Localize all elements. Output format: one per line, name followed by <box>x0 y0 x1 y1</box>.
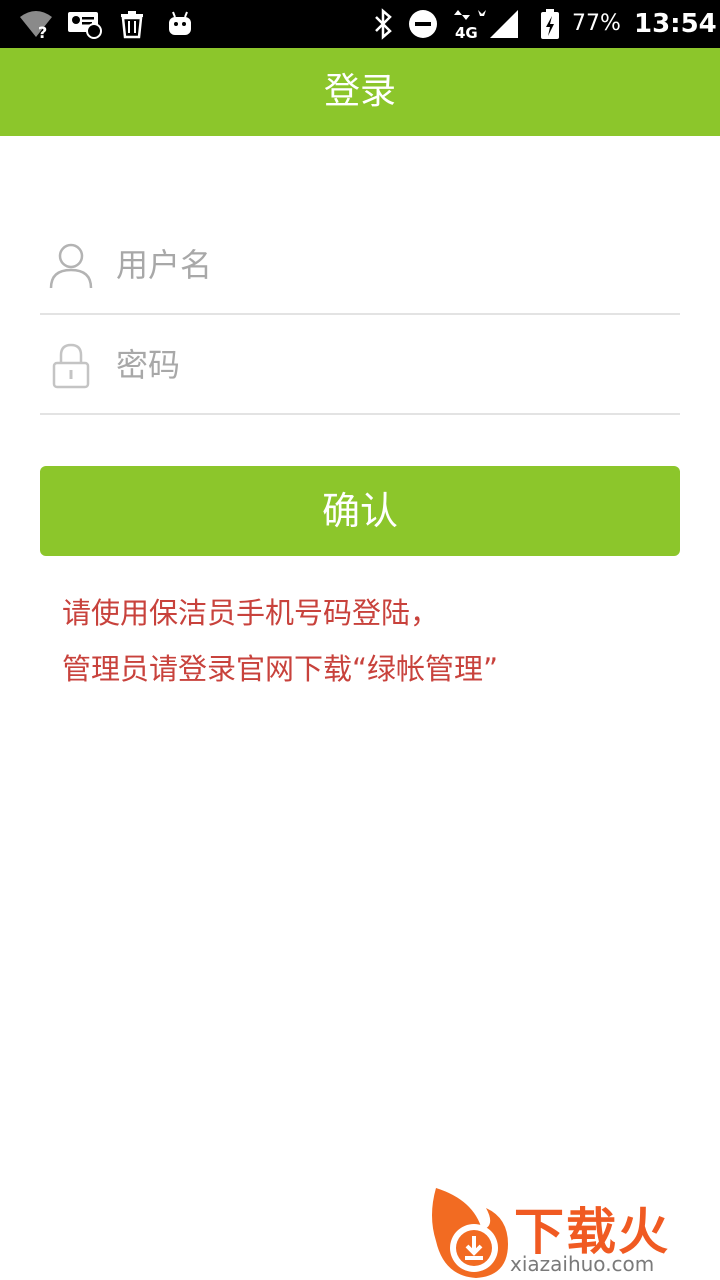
svg-text:?: ? <box>38 23 47 39</box>
trash-icon <box>118 8 146 40</box>
android-icon <box>166 8 194 40</box>
password-input[interactable] <box>116 335 656 395</box>
app-bar: 登录 <box>0 48 720 136</box>
clock: 13:54 <box>634 9 717 39</box>
contact-card-icon <box>66 8 104 40</box>
do-not-disturb-icon <box>406 8 440 40</box>
password-field <box>40 315 680 415</box>
network-type-label: 4G <box>455 24 478 40</box>
status-bar: ? 4G 77% 13:54 <box>0 0 720 48</box>
battery-charging-icon <box>536 8 564 40</box>
user-icon <box>48 241 94 291</box>
username-input[interactable] <box>116 235 656 295</box>
watermark-logo: 下载火 xiazaihuo.com <box>422 1186 720 1280</box>
notice-line-1: 请使用保洁员手机号码登陆， <box>62 596 440 630</box>
battery-percent: 77% <box>572 11 621 36</box>
watermark-subtitle: xiazaihuo.com <box>510 1252 655 1276</box>
page-title: 登录 <box>323 71 396 112</box>
network-4g-icon: 4G <box>452 8 490 40</box>
wifi-question-icon: ? <box>18 8 54 40</box>
username-field <box>40 215 680 315</box>
bluetooth-icon <box>370 8 396 40</box>
confirm-button[interactable]: 确认 <box>40 466 680 556</box>
signal-icon <box>488 8 520 40</box>
lock-icon <box>48 341 94 391</box>
flame-logo-icon <box>426 1186 510 1280</box>
notice-line-2: 管理员请登录官网下载“绿帐管理” <box>62 652 499 686</box>
